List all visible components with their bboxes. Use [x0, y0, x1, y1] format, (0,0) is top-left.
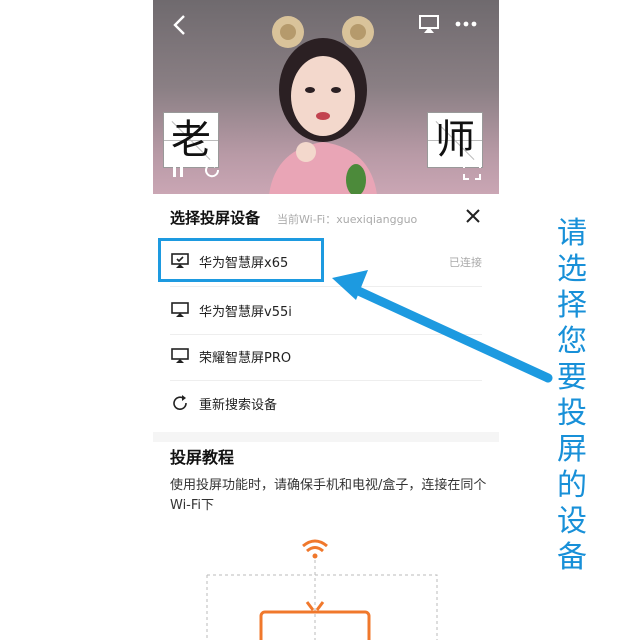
- close-icon: [466, 209, 480, 223]
- section-separator: [153, 432, 499, 442]
- device-label: 华为智慧屏v55i: [199, 305, 292, 320]
- chevron-left-icon: [173, 15, 185, 35]
- annotation-text: 请选择您要投屏的设备: [557, 216, 587, 575]
- more-dots-icon: [455, 21, 477, 27]
- wifi-icon: [302, 539, 328, 559]
- tutorial-text: 使用投屏功能时，请确保手机和电视/盒子，连接在同个Wi-Fi下: [170, 478, 487, 513]
- tutorial-title: 投屏教程: [170, 448, 235, 467]
- device-label: 重新搜索设备: [199, 398, 278, 413]
- panel-title: 选择投屏设备: [170, 209, 261, 227]
- selected-device-highlight: [158, 238, 324, 282]
- device-label: 荣耀智慧屏PRO: [199, 351, 292, 366]
- cast-icon: [171, 348, 189, 363]
- pause-icon: [173, 163, 183, 177]
- fullscreen-button[interactable]: [461, 160, 483, 182]
- phone-screen: 老 师 选择投屏设备 当前Wi-Fi：xuexiqiangguo 华为智慧屏x6…: [153, 0, 499, 640]
- video-person-image: [269, 16, 377, 194]
- panel-header: 选择投屏设备 当前Wi-Fi：xuexiqiangguo: [153, 194, 499, 238]
- device-item-honor-pro[interactable]: 荣耀智慧屏PRO: [153, 333, 499, 379]
- tutorial-illustration: [206, 539, 438, 640]
- replay-icon: [205, 162, 220, 178]
- more-button[interactable]: [453, 14, 479, 34]
- sticker-right: 师: [427, 112, 483, 168]
- sticker-left: 老: [163, 112, 219, 168]
- device-status: 已连接: [449, 256, 482, 269]
- research-devices-button[interactable]: 重新搜索设备: [153, 380, 499, 426]
- current-wifi-label: 当前Wi-Fi：xuexiqiangguo: [277, 213, 418, 226]
- back-button[interactable]: [167, 12, 191, 38]
- cast-icon: [171, 302, 189, 317]
- sticker-left-text: 老: [171, 117, 211, 163]
- sticker-right-text: 师: [435, 117, 475, 163]
- fullscreen-icon: [463, 162, 481, 180]
- device-item-huawei-v55i[interactable]: 华为智慧屏v55i: [153, 287, 499, 333]
- cast-button[interactable]: [417, 12, 441, 36]
- airplay-icon: [419, 15, 439, 33]
- pause-button[interactable]: [169, 160, 187, 180]
- video-player[interactable]: 老 师: [153, 0, 499, 194]
- close-button[interactable]: [463, 206, 483, 226]
- refresh-icon: [173, 395, 187, 410]
